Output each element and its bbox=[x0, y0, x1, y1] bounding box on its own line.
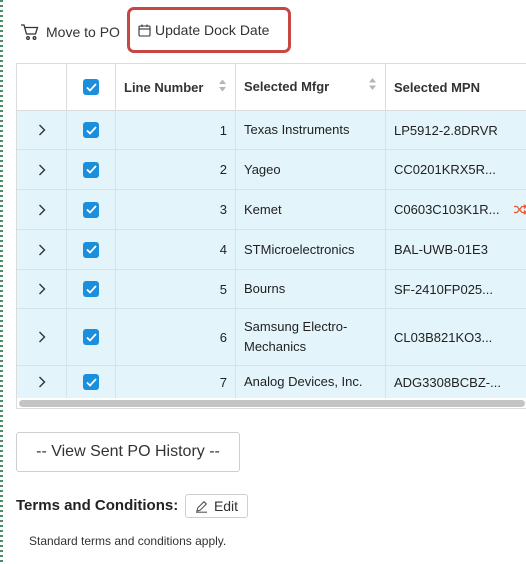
select-cell bbox=[67, 230, 116, 269]
table-row[interactable]: 3 Kemet C0603C103K1R... bbox=[17, 190, 526, 230]
expand-cell bbox=[17, 190, 67, 229]
header-expand-cell bbox=[17, 64, 67, 110]
mfgr-cell: Analog Devices, Inc. bbox=[236, 366, 386, 398]
chevron-right-icon[interactable] bbox=[38, 204, 46, 216]
terms-and-conditions-label: Terms and Conditions: bbox=[16, 497, 179, 514]
expand-cell bbox=[17, 309, 67, 365]
row-checkbox[interactable] bbox=[83, 329, 99, 345]
mpn-text: BAL-UWB-01E3 bbox=[394, 242, 488, 257]
mfgr-cell: Kemet bbox=[236, 190, 386, 229]
table-header-row: Line Number Selected Mfgr Selected MPN bbox=[17, 64, 526, 111]
table-row[interactable]: 1 Texas Instruments LP5912-2.8DRVR bbox=[17, 111, 526, 150]
line-number-cell: 6 bbox=[116, 309, 236, 365]
mpn-text: CL03B821KO3... bbox=[394, 329, 493, 345]
header-selected-mpn[interactable]: Selected MPN bbox=[386, 64, 526, 110]
shuffle-icon[interactable] bbox=[514, 202, 526, 217]
select-cell bbox=[67, 150, 116, 189]
row-checkbox[interactable] bbox=[83, 281, 99, 297]
header-selected-mpn-label: Selected MPN bbox=[394, 79, 480, 95]
chevron-right-icon[interactable] bbox=[38, 124, 46, 136]
cart-icon bbox=[20, 23, 40, 41]
edit-terms-button[interactable]: Edit bbox=[185, 494, 248, 518]
mfgr-cell: Samsung Electro-Mechanics bbox=[236, 309, 386, 365]
select-cell bbox=[67, 366, 116, 398]
table-row[interactable]: 7 Analog Devices, Inc. ADG3308BCBZ-... bbox=[17, 366, 526, 398]
header-line-number[interactable]: Line Number bbox=[116, 64, 236, 110]
mpn-cell: C0603C103K1R... bbox=[386, 190, 526, 229]
header-selected-mfgr[interactable]: Selected Mfgr bbox=[236, 64, 386, 110]
mfgr-cell: Texas Instruments bbox=[236, 111, 386, 149]
chevron-right-icon[interactable] bbox=[38, 331, 46, 343]
edit-label: Edit bbox=[213, 498, 239, 514]
left-edge-border bbox=[0, 0, 3, 564]
calendar-icon bbox=[138, 24, 151, 37]
mpn-text: SF-2410FP025... bbox=[394, 281, 493, 297]
mpn-cell: CC0201KRX5R... bbox=[386, 150, 526, 189]
expand-cell bbox=[17, 366, 67, 398]
mpn-text: C0603C103K1R... bbox=[394, 202, 500, 217]
mfgr-cell: Yageo bbox=[236, 150, 386, 189]
header-line-number-label: Line Number bbox=[124, 79, 204, 95]
mpn-text: CC0201KRX5R... bbox=[394, 162, 496, 177]
update-dock-date-button[interactable]: Update Dock Date bbox=[127, 7, 291, 53]
mpn-cell: LP5912-2.8DRVR bbox=[386, 111, 526, 149]
mpn-text: ADG3308BCBZ-... bbox=[394, 374, 501, 390]
line-number-cell: 1 bbox=[116, 111, 236, 149]
horizontal-scrollbar[interactable] bbox=[19, 400, 525, 407]
table-row[interactable]: 5 Bourns SF-2410FP025... bbox=[17, 270, 526, 309]
sort-icon[interactable] bbox=[218, 79, 227, 96]
chevron-right-icon[interactable] bbox=[38, 244, 46, 256]
pencil-icon bbox=[195, 500, 208, 513]
move-to-po-button[interactable]: Move to PO bbox=[20, 21, 120, 43]
sort-icon[interactable] bbox=[368, 77, 377, 97]
table-row[interactable]: 4 STMicroelectronics BAL-UWB-01E3 bbox=[17, 230, 526, 270]
mpn-cell: ADG3308BCBZ-... bbox=[386, 366, 526, 398]
expand-cell bbox=[17, 230, 67, 269]
row-checkbox[interactable] bbox=[83, 161, 99, 178]
mpn-text: LP5912-2.8DRVR bbox=[394, 122, 498, 138]
select-cell bbox=[67, 190, 116, 229]
line-number-cell: 3 bbox=[116, 190, 236, 229]
select-cell bbox=[67, 111, 116, 149]
table-row[interactable]: 6 Samsung Electro-Mechanics CL03B821KO3.… bbox=[17, 309, 526, 366]
mfgr-cell: STMicroelectronics bbox=[236, 230, 386, 269]
line-number-cell: 7 bbox=[116, 366, 236, 398]
move-to-po-label: Move to PO bbox=[46, 24, 120, 40]
mpn-cell: SF-2410FP025... bbox=[386, 270, 526, 308]
line-number-cell: 5 bbox=[116, 270, 236, 308]
line-number-cell: 2 bbox=[116, 150, 236, 189]
view-sent-po-history-button[interactable]: -- View Sent PO History -- bbox=[16, 432, 240, 472]
expand-cell bbox=[17, 111, 67, 149]
mpn-cell: CL03B821KO3... bbox=[386, 309, 526, 365]
terms-text: Standard terms and conditions apply. bbox=[29, 534, 227, 548]
row-checkbox[interactable] bbox=[83, 122, 99, 138]
chevron-right-icon[interactable] bbox=[38, 376, 46, 388]
row-checkbox[interactable] bbox=[83, 241, 99, 258]
select-all-checkbox[interactable] bbox=[83, 79, 99, 95]
header-select-cell bbox=[67, 64, 116, 110]
chevron-right-icon[interactable] bbox=[38, 283, 46, 295]
line-items-table: Line Number Selected Mfgr Selected MPN 1… bbox=[16, 63, 526, 409]
expand-cell bbox=[17, 150, 67, 189]
header-selected-mfgr-label: Selected Mfgr bbox=[244, 79, 330, 94]
table-row[interactable]: 2 Yageo CC0201KRX5R... bbox=[17, 150, 526, 190]
select-cell bbox=[67, 309, 116, 365]
update-dock-date-label: Update Dock Date bbox=[155, 22, 270, 38]
mpn-cell: BAL-UWB-01E3 bbox=[386, 230, 526, 269]
chevron-right-icon[interactable] bbox=[38, 164, 46, 176]
row-checkbox[interactable] bbox=[83, 201, 99, 218]
expand-cell bbox=[17, 270, 67, 308]
mfgr-cell: Bourns bbox=[236, 270, 386, 308]
line-number-cell: 4 bbox=[116, 230, 236, 269]
row-checkbox[interactable] bbox=[83, 374, 99, 390]
select-cell bbox=[67, 270, 116, 308]
